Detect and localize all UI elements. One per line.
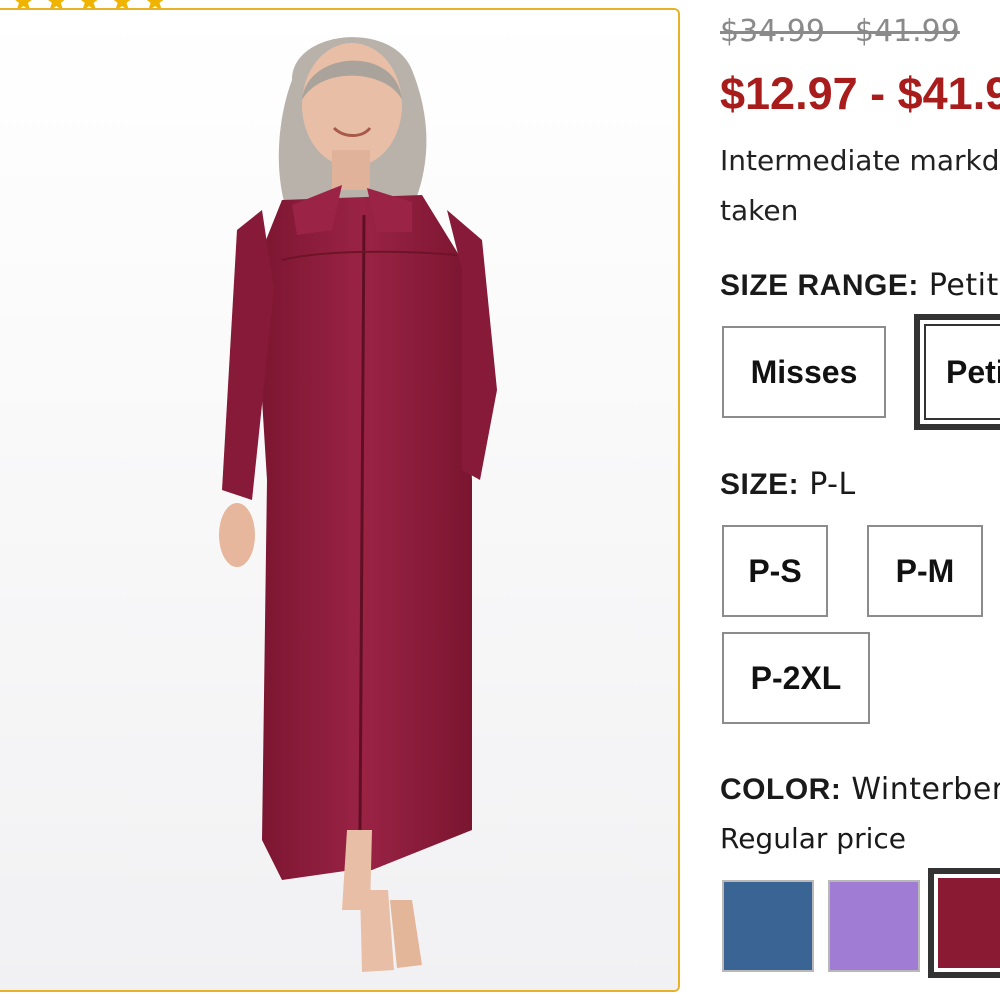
markdown-note: Intermediate markdowns may have been tak… xyxy=(720,136,1000,236)
size-heading: SIZE: P-L xyxy=(720,467,856,502)
size-range-heading: SIZE RANGE: Petite xyxy=(720,268,1000,303)
size-selected: P-L xyxy=(809,467,856,502)
regular-price-note: Regular price xyxy=(720,822,906,855)
color-selected: Winterberry xyxy=(851,772,1000,807)
size-range-option-petite[interactable]: Petite xyxy=(914,314,1000,430)
robe-model-photo xyxy=(0,10,678,990)
markdown-note-line1: Intermediate markdowns may have been xyxy=(720,144,1000,177)
size-option-pm[interactable]: P-M xyxy=(867,525,983,617)
original-price: $34.99 - $41.99 xyxy=(720,14,960,49)
size-option-ps[interactable]: P-S xyxy=(722,525,828,617)
color-swatch-blue[interactable] xyxy=(722,880,814,972)
color-swatch-lavender[interactable] xyxy=(828,880,920,972)
markdown-note-line2: taken xyxy=(720,194,799,227)
size-range-label: SIZE RANGE: xyxy=(720,269,919,302)
sale-price: $12.97 - $41.99 xyxy=(720,68,1000,119)
size-range-selected: Petite xyxy=(928,268,1000,303)
size-label: SIZE: xyxy=(720,468,800,501)
color-swatch-winterberry[interactable] xyxy=(928,868,1000,978)
size-range-option-misses[interactable]: Misses xyxy=(722,326,886,418)
product-options-panel: $34.99 - $41.99 $12.97 - $41.99 Intermed… xyxy=(720,0,1000,1000)
product-image[interactable] xyxy=(0,8,680,992)
color-label: COLOR: xyxy=(720,773,842,806)
size-option-p2xl[interactable]: P-2XL xyxy=(722,632,870,724)
color-heading: COLOR: Winterberry xyxy=(720,772,1000,807)
